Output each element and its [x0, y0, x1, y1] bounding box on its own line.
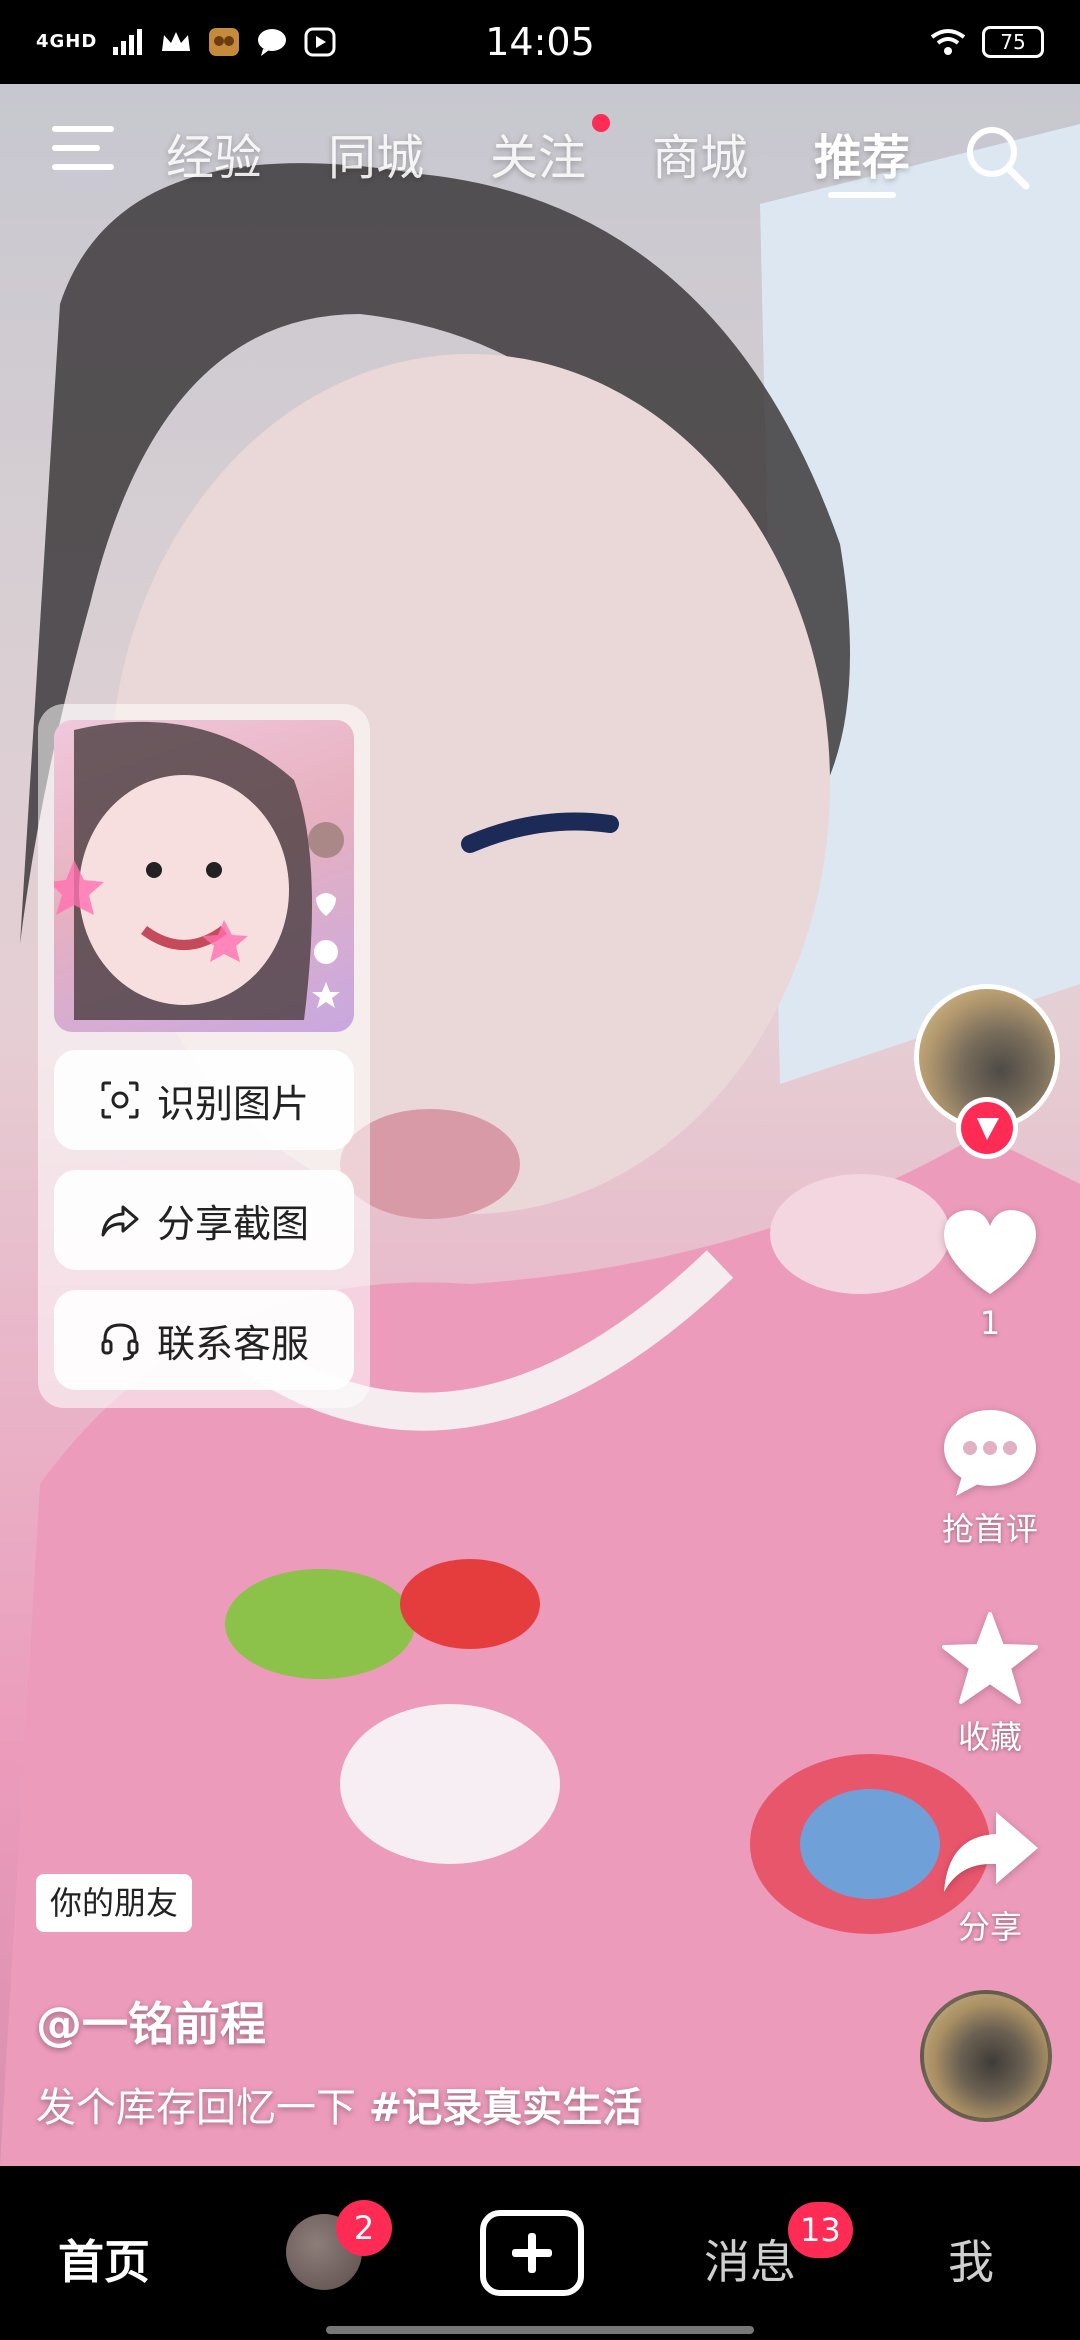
play-icon: [304, 27, 336, 57]
hashtag-link[interactable]: #记录真实生活: [369, 2085, 643, 2131]
battery-indicator: 75: [982, 26, 1044, 58]
screen: 4GHD 14:05 75 经验 同城 关注 商城 推荐 识别图片 分享截图 联…: [0, 0, 1080, 2340]
thumbnail-illustration: [54, 721, 344, 1020]
like-button[interactable]: 1: [920, 1206, 1060, 1342]
share-screenshot-label: 分享截图: [156, 1201, 309, 1246]
comment-label: 抢首评: [941, 1510, 1038, 1548]
share-icon: [944, 1812, 1038, 1892]
status-time: 14:05: [485, 20, 595, 64]
messages-badge: 13: [788, 2202, 853, 2258]
share-arrow-icon: [101, 1205, 139, 1237]
nav-messages[interactable]: 消息: [704, 2226, 796, 2292]
signal-icon: [113, 29, 143, 55]
home-indicator: [326, 2326, 754, 2334]
network-type: 4GHD: [36, 31, 98, 52]
star-icon: [942, 1612, 1038, 1704]
friend-tag: 你的朋友: [36, 1874, 193, 1932]
tab-experience[interactable]: 经验: [166, 118, 262, 188]
active-tab-underline: [828, 192, 896, 198]
chat-icon: [258, 29, 287, 56]
heart-icon: [944, 1210, 1036, 1294]
comment-icon: [944, 1410, 1036, 1496]
status-right: 75: [684, 26, 1044, 58]
tab-following[interactable]: 关注: [490, 118, 586, 188]
status-left: 4GHD: [36, 27, 396, 57]
contact-support-button[interactable]: 联系客服: [54, 1290, 354, 1390]
description-text: 发个库存回忆一下: [36, 2085, 369, 2131]
author-name[interactable]: @一铭前程: [36, 1988, 266, 2054]
video-description: 发个库存回忆一下 #记录真实生活: [36, 2075, 642, 2133]
friends-badge: 2: [336, 2200, 392, 2256]
print-green: [225, 1569, 415, 1679]
crown-icon: [162, 32, 191, 51]
screenshot-thumbnail[interactable]: [54, 720, 354, 1032]
recognize-image-label: 识别图片: [156, 1081, 309, 1126]
comment-button[interactable]: 抢首评: [920, 1408, 1060, 1550]
status-bar: 4GHD 14:05 75: [0, 0, 1080, 84]
recognize-image-button[interactable]: 识别图片: [54, 1050, 354, 1150]
share-screenshot-button[interactable]: 分享截图: [54, 1170, 354, 1270]
follow-button[interactable]: [956, 1097, 1018, 1159]
top-nav: 经验 同城 关注 商城 推荐: [0, 100, 1080, 210]
favorite-label: 收藏: [957, 1718, 1022, 1756]
contact-support-label: 联系客服: [156, 1321, 309, 1366]
menu-icon[interactable]: [52, 126, 116, 182]
long-press-menu: 识别图片 分享截图 联系客服: [38, 704, 370, 1408]
share-label: 分享: [957, 1908, 1022, 1946]
print-blue: [800, 1789, 940, 1899]
tab-local[interactable]: 同城: [328, 118, 424, 188]
favorite-button[interactable]: 收藏: [920, 1610, 1060, 1758]
follow-arrow-icon: [977, 1118, 999, 1140]
tab-mall[interactable]: 商城: [652, 118, 748, 188]
nav-home[interactable]: 首页: [58, 2226, 150, 2292]
print-white: [340, 1704, 560, 1864]
tab-recommend[interactable]: 推荐: [814, 118, 910, 188]
share-button[interactable]: 分享: [920, 1806, 1060, 1948]
headset-icon: [101, 1323, 139, 1361]
search-icon[interactable]: [962, 122, 1032, 192]
following-red-dot: [592, 114, 610, 132]
scan-image-icon: [101, 1081, 139, 1119]
music-disc[interactable]: [920, 1990, 1052, 2122]
like-count: 1: [979, 1304, 1001, 1342]
nav-me[interactable]: 我: [948, 2226, 994, 2292]
game-app-icon: [209, 28, 240, 56]
wifi-icon: [930, 29, 966, 55]
print-red: [400, 1559, 540, 1649]
bottom-nav: 首页 2 消息 13 我: [0, 2166, 1080, 2340]
create-post-button[interactable]: [480, 2210, 584, 2296]
